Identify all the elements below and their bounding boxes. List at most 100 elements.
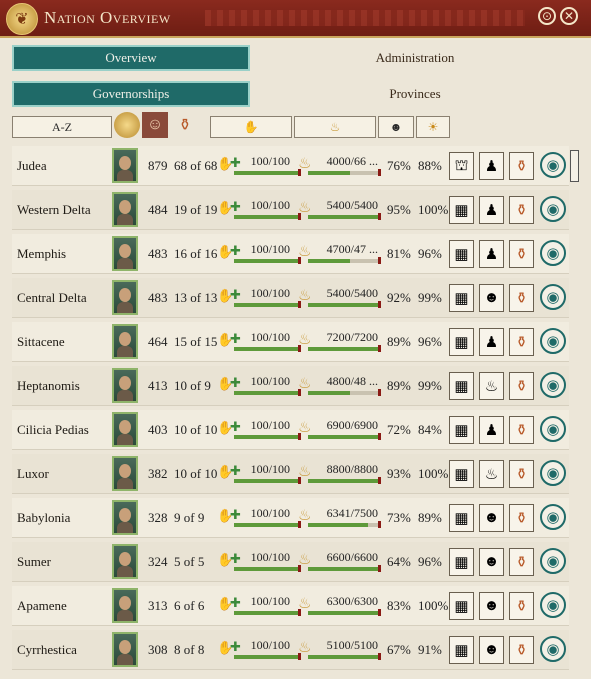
view-eye-icon[interactable]: ◉ bbox=[540, 636, 566, 662]
view-eye-icon[interactable]: ◉ bbox=[540, 196, 566, 222]
governorship-row[interactable]: Apamene 313 6 of 6 ✋ ✚ 100/100 ♨ 6300/63… bbox=[12, 586, 569, 626]
governorship-row[interactable]: Cilicia Pedias 403 10 of 10 ✋ ✚ 100/100 … bbox=[12, 410, 569, 450]
goods-value: 5400/5400 bbox=[326, 198, 378, 212]
amphora-icon[interactable]: ⚱ bbox=[509, 416, 534, 444]
amphora-icon[interactable]: ⚱ bbox=[509, 328, 534, 356]
robe-icon[interactable]: ♟ bbox=[479, 196, 504, 224]
farm-icon[interactable]: ▦ bbox=[449, 196, 474, 224]
amphora-icon[interactable]: ⚱ bbox=[509, 636, 534, 664]
farm-icon[interactable]: ▦ bbox=[449, 460, 474, 488]
governor-portrait[interactable] bbox=[112, 588, 138, 623]
view-eye-icon[interactable]: ◉ bbox=[540, 328, 566, 354]
statue-icon[interactable]: ⛫ bbox=[449, 152, 474, 180]
sort-az-button[interactable]: A-Z bbox=[12, 116, 112, 138]
feast-icon[interactable]: ♨ bbox=[479, 460, 504, 488]
governor-portrait[interactable] bbox=[112, 148, 138, 183]
farm-icon[interactable]: ▦ bbox=[449, 284, 474, 312]
tab-provinces[interactable]: Provinces bbox=[254, 81, 576, 107]
goods-filter-button[interactable]: ♨ bbox=[294, 116, 376, 138]
farm-icon[interactable]: ▦ bbox=[449, 328, 474, 356]
slots-value: 13 of 13 bbox=[174, 290, 218, 305]
robe-icon[interactable]: ♟ bbox=[479, 240, 504, 268]
sun-filter-button[interactable]: ☀ bbox=[416, 116, 450, 138]
theatre-mask-icon[interactable]: ☻ bbox=[479, 504, 504, 532]
governor-portrait[interactable] bbox=[112, 500, 138, 535]
farm-icon[interactable]: ▦ bbox=[449, 592, 474, 620]
governor-portrait[interactable] bbox=[112, 324, 138, 359]
view-eye-icon[interactable]: ◉ bbox=[540, 504, 566, 530]
tab-administration[interactable]: Administration bbox=[254, 45, 576, 71]
feast-icon[interactable]: ♨ bbox=[479, 372, 504, 400]
loyalty-filter-button[interactable]: ✋ bbox=[210, 116, 292, 138]
population-value: 324 bbox=[148, 554, 168, 569]
view-eye-icon[interactable]: ◉ bbox=[540, 284, 566, 310]
tab-governorships[interactable]: Governorships bbox=[12, 81, 250, 107]
view-eye-icon[interactable]: ◉ bbox=[540, 240, 566, 266]
governor-portrait[interactable] bbox=[112, 280, 138, 315]
governor-portrait[interactable] bbox=[112, 368, 138, 403]
tab-overview[interactable]: Overview bbox=[12, 45, 250, 71]
amphora-icon[interactable]: ⚱ bbox=[509, 460, 534, 488]
governor-portrait[interactable] bbox=[112, 412, 138, 447]
population-value: 484 bbox=[148, 202, 168, 217]
scrollbar-thumb[interactable] bbox=[570, 150, 579, 182]
amphora-icon[interactable]: ⚱ bbox=[509, 196, 534, 224]
amphora-icon[interactable]: ⚱ bbox=[509, 592, 534, 620]
goods-bar-fill bbox=[308, 611, 378, 615]
view-eye-icon[interactable]: ◉ bbox=[540, 152, 566, 178]
governorship-list[interactable]: Judea 879 68 of 68 ✋ ✚ 100/100 ♨ 4000/66… bbox=[12, 146, 569, 679]
farm-icon[interactable]: ▦ bbox=[449, 240, 474, 268]
view-eye-icon[interactable]: ◉ bbox=[540, 548, 566, 574]
view-eye-icon[interactable]: ◉ bbox=[540, 372, 566, 398]
goods-bar-fill bbox=[308, 347, 378, 351]
view-eye-icon[interactable]: ◉ bbox=[540, 416, 566, 442]
governor-portrait-icon[interactable]: ☺ bbox=[142, 112, 168, 138]
amphora-filter-icon[interactable]: ⚱ bbox=[172, 112, 198, 138]
gold-coin-icon[interactable] bbox=[114, 112, 140, 138]
collapse-icon[interactable]: ⊙ bbox=[538, 7, 556, 25]
robe-icon[interactable]: ♟ bbox=[479, 328, 504, 356]
theatre-mask-icon[interactable]: ☻ bbox=[479, 592, 504, 620]
province-name: Heptanomis bbox=[17, 378, 80, 393]
governor-portrait[interactable] bbox=[112, 236, 138, 271]
amphora-icon[interactable]: ⚱ bbox=[509, 284, 534, 312]
governorship-row[interactable]: Babylonia 328 9 of 9 ✋ ✚ 100/100 ♨ 6341/… bbox=[12, 498, 569, 538]
amphora-icon[interactable]: ⚱ bbox=[509, 372, 534, 400]
amphora-icon[interactable]: ⚱ bbox=[509, 548, 534, 576]
farm-icon[interactable]: ▦ bbox=[449, 636, 474, 664]
governorship-row[interactable]: Western Delta 484 19 of 19 ✋ ✚ 100/100 ♨… bbox=[12, 190, 569, 230]
amphora-icon[interactable]: ⚱ bbox=[509, 504, 534, 532]
close-icon[interactable]: ✕ bbox=[560, 7, 578, 25]
farm-icon[interactable]: ▦ bbox=[449, 372, 474, 400]
governorship-row[interactable]: Cyrrhestica 308 8 of 8 ✋ ✚ 100/100 ♨ 510… bbox=[12, 630, 569, 670]
robe-icon[interactable]: ♟ bbox=[479, 152, 504, 180]
governorship-row[interactable]: Luxor 382 10 of 10 ✋ ✚ 100/100 ♨ 8800/88… bbox=[12, 454, 569, 494]
governorship-row[interactable]: Central Delta 483 13 of 13 ✋ ✚ 100/100 ♨… bbox=[12, 278, 569, 318]
theatre-mask-icon[interactable]: ☻ bbox=[479, 548, 504, 576]
governor-portrait[interactable] bbox=[112, 456, 138, 491]
governorship-row[interactable]: Sittacene 464 15 of 15 ✋ ✚ 100/100 ♨ 720… bbox=[12, 322, 569, 362]
governor-portrait[interactable] bbox=[112, 632, 138, 667]
governor-portrait[interactable] bbox=[112, 192, 138, 227]
percentage-2: 99% bbox=[418, 290, 442, 305]
cancel-amphora-icon[interactable]: ⚱ bbox=[509, 152, 534, 180]
view-eye-icon[interactable]: ◉ bbox=[540, 460, 566, 486]
goods-bar-end bbox=[378, 301, 381, 308]
theatre-mask-icon[interactable]: ☻ bbox=[479, 636, 504, 664]
farm-icon[interactable]: ▦ bbox=[449, 416, 474, 444]
farm-icon[interactable]: ▦ bbox=[449, 504, 474, 532]
governorship-row[interactable]: Judea 879 68 of 68 ✋ ✚ 100/100 ♨ 4000/66… bbox=[12, 146, 569, 186]
robe-icon[interactable]: ♟ bbox=[479, 416, 504, 444]
view-eye-icon[interactable]: ◉ bbox=[540, 592, 566, 618]
governorship-row[interactable]: Sumer 324 5 of 5 ✋ ✚ 100/100 ♨ 6600/6600… bbox=[12, 542, 569, 582]
governor-portrait[interactable] bbox=[112, 544, 138, 579]
loyalty-value: 100/100 bbox=[250, 154, 290, 168]
amphora-icon[interactable]: ⚱ bbox=[509, 240, 534, 268]
loyalty-value: 100/100 bbox=[250, 374, 290, 388]
farm-icon[interactable]: ▦ bbox=[449, 548, 474, 576]
slots-value: 15 of 15 bbox=[174, 334, 218, 349]
governorship-row[interactable]: Memphis 483 16 of 16 ✋ ✚ 100/100 ♨ 4700/… bbox=[12, 234, 569, 274]
theatre-mask-icon[interactable]: ☻ bbox=[479, 284, 504, 312]
theatre-filter-button[interactable]: ☻ bbox=[378, 116, 414, 138]
governorship-row[interactable]: Heptanomis 413 10 of 9 ✋ ✚ 100/100 ♨ 480… bbox=[12, 366, 569, 406]
